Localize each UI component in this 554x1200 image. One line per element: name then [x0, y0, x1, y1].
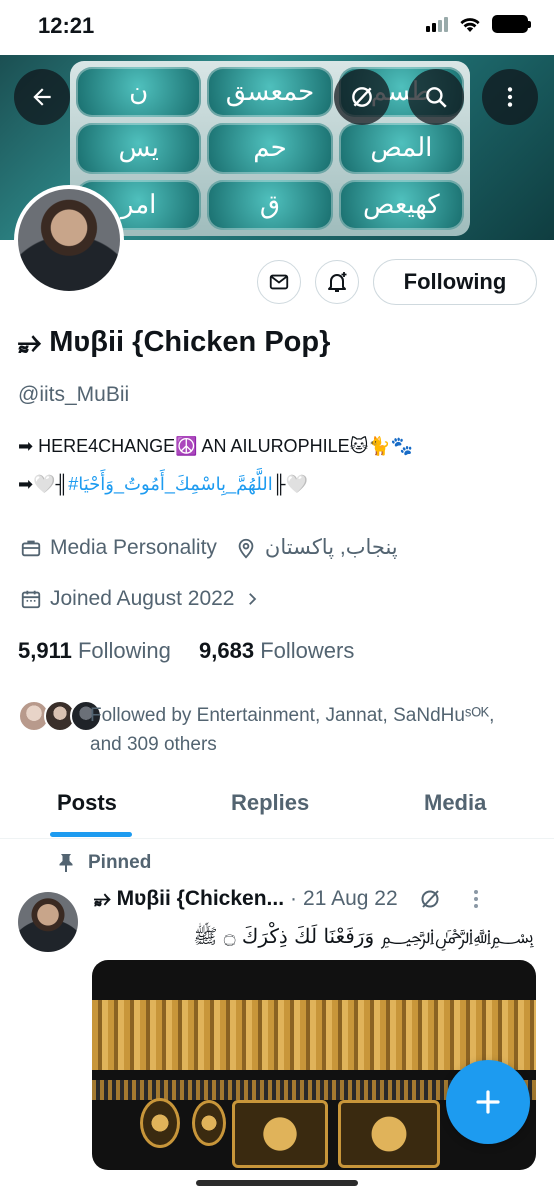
message-button[interactable]: [257, 260, 301, 304]
following-count: 5,911: [18, 638, 72, 663]
followed-by-avatars[interactable]: [18, 700, 102, 732]
post-text: ﷽ وَرَفَعْنَا لَكَ ذِكْرَكَ ۝ ﷺ: [193, 924, 534, 948]
active-tab-indicator: [50, 832, 132, 837]
bio-hashtag-link[interactable]: #اللَّهُمَّ_بِاسْمِكَ_أَمُوتُ_وَأَحْيَا: [68, 474, 273, 494]
kaaba-ornament: [232, 1100, 328, 1168]
profile-tabs: Posts Replies Media: [0, 770, 554, 839]
banner-tile: ق: [207, 179, 333, 230]
banner-tile: حم: [207, 123, 333, 174]
banner-tile: ن: [76, 67, 202, 118]
grok-icon[interactable]: [418, 887, 442, 911]
bio-line-1: ➡ HERE4CHANGE☮️ AN AILUROPHILE🐱🐈🐾: [18, 436, 414, 456]
kaaba-ornament: [192, 1100, 226, 1146]
profile-avatar[interactable]: [14, 185, 124, 295]
following-count-label: Following: [77, 638, 171, 663]
bell-plus-icon: [328, 272, 347, 292]
location-pin-icon: [238, 538, 254, 558]
status-bar: 12:21: [0, 0, 554, 55]
home-indicator[interactable]: [196, 1180, 358, 1186]
search-icon: [426, 87, 447, 108]
more-options-button[interactable]: [482, 69, 538, 125]
signal-icon: [426, 16, 448, 32]
plus-icon: [476, 1090, 500, 1114]
banner-tile: المص: [338, 123, 464, 174]
tab-posts[interactable]: Posts: [57, 790, 117, 816]
profile-joined: Joined August 2022: [50, 587, 235, 610]
pin-icon: [59, 854, 73, 872]
kaaba-calligraphy-band: [92, 1000, 536, 1070]
grok-icon: [352, 87, 372, 107]
avatar-photo: [18, 189, 120, 291]
profile-meta-row: Media Personality پنجاب, پاکستان: [20, 535, 398, 560]
joined-row[interactable]: Joined August 2022: [20, 587, 261, 611]
followers-count: 9,683: [199, 638, 255, 663]
status-time: 12:21: [38, 13, 95, 38]
search-button[interactable]: [408, 69, 464, 125]
compose-post-button[interactable]: [446, 1060, 530, 1144]
pinned-label-row: Pinned: [58, 852, 151, 874]
envelope-icon: [269, 274, 289, 290]
back-button[interactable]: [14, 69, 70, 125]
kaaba-ornament: [140, 1098, 180, 1148]
profile-name: ⥵ Mʋβii {Chicken Pop}: [18, 326, 331, 358]
post-date[interactable]: 21 Aug 22: [303, 887, 398, 911]
wifi-icon: [460, 18, 480, 32]
chevron-right-icon: [248, 593, 256, 605]
tab-media[interactable]: Media: [424, 790, 486, 816]
post-separator: ·: [290, 887, 298, 910]
tab-replies[interactable]: Replies: [231, 790, 309, 816]
post-author-avatar[interactable]: [18, 892, 78, 952]
bio-prefix: ➡🤍╢: [18, 474, 69, 494]
banner-tile: كهيعص: [338, 179, 464, 230]
post-author-name[interactable]: ⥵ Mʋβii {Chicken...: [94, 887, 284, 911]
kaaba-ornament: [338, 1100, 440, 1168]
calendar-icon: [21, 590, 41, 609]
profile-category: Media Personality: [50, 535, 217, 559]
back-arrow-icon: [33, 88, 51, 106]
battery-icon: [492, 15, 531, 33]
profile-handle: @iits_MuBii: [18, 383, 130, 406]
pinned-label: Pinned: [88, 852, 152, 873]
banner-tile: حمعسق: [207, 67, 333, 118]
profile-location: پنجاب, پاکستان: [264, 536, 398, 559]
follow-counts: 5,911 Following 9,683 Followers: [18, 638, 354, 664]
followed-by-text[interactable]: Followed by Entertainment, Jannat, SaNdH…: [90, 701, 530, 759]
followers-count-label: Followers: [260, 638, 355, 663]
following-count-link[interactable]: 5,911 Following: [18, 638, 171, 663]
bio-line-2: ➡🤍╢#اللَّهُمَّ_بِاسْمِكَ_أَمُوتُ_وَأَحْي…: [18, 474, 308, 495]
banner-tile: يس: [76, 123, 202, 174]
notifications-button[interactable]: [315, 260, 359, 304]
followers-count-link[interactable]: 9,683 Followers: [199, 638, 354, 663]
more-vertical-icon: [507, 87, 513, 107]
briefcase-icon: [21, 540, 41, 556]
more-vertical-icon[interactable]: [466, 887, 486, 911]
following-button[interactable]: Following: [373, 259, 537, 305]
grok-button[interactable]: [334, 69, 390, 125]
status-icons: [426, 15, 531, 33]
post-header: ⥵ Mʋβii {Chicken... · 21 Aug 22: [94, 887, 486, 911]
bio-suffix: ╟🤍: [272, 474, 308, 494]
